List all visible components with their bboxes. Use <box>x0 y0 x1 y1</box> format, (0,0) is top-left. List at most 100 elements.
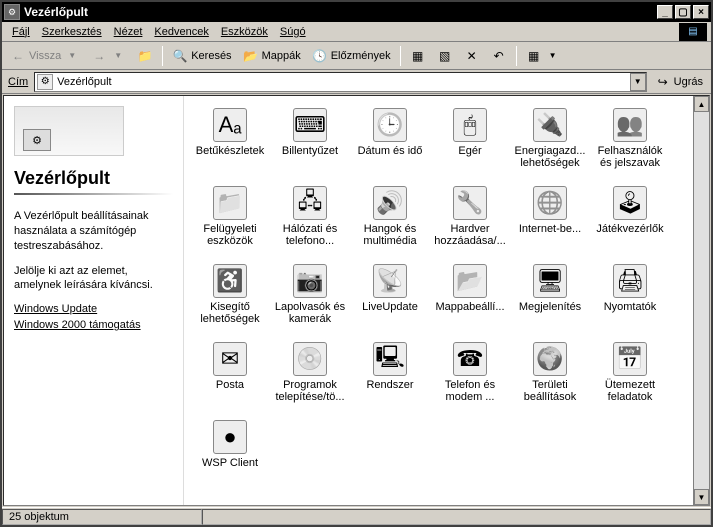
controlpanel-item-label: Felhasználók és jelszavak <box>592 145 668 169</box>
controlpanel-item-icon: ♿ <box>213 264 247 298</box>
controlpanel-item[interactable]: 👥Felhasználók és jelszavak <box>590 106 670 184</box>
scroll-down-button[interactable]: ▼ <box>694 489 709 505</box>
undo-icon: ↶ <box>491 48 507 64</box>
controlpanel-item-label: Hangok és multimédia <box>352 223 428 247</box>
menu-favorites[interactable]: Kedvencek <box>148 24 214 40</box>
controlpanel-item[interactable]: ⌨ Billentyűzet <box>270 106 350 184</box>
controlpanel-item[interactable]: AₐBetűkészletek <box>190 106 270 184</box>
forward-button[interactable]: → ▼ <box>87 45 130 67</box>
vertical-scrollbar[interactable]: ▲ ▼ <box>693 96 709 505</box>
controlpanel-item-label: Programok telepítése/tö... <box>272 379 348 403</box>
controlpanel-item[interactable]: 💿Programok telepítése/tö... <box>270 340 350 418</box>
move-to-button[interactable]: ▦ <box>406 45 430 67</box>
undo-button[interactable]: ↶ <box>487 45 511 67</box>
controlpanel-item[interactable]: 🖳 Rendszer <box>350 340 430 418</box>
controlpanel-item[interactable]: ● WSP Client <box>190 418 270 496</box>
controlpanel-item-icon: 🖧 <box>293 186 327 220</box>
menubar: Fájl Szerkesztés Nézet Kedvencek Eszközö… <box>2 22 711 42</box>
control-panel-graphic-icon: ⚙ <box>23 129 51 151</box>
address-value: Vezérlőpult <box>57 76 111 88</box>
controlpanel-item[interactable]: 🌍Területi beállítások <box>510 340 590 418</box>
controlpanel-item-icon: 📡 <box>373 264 407 298</box>
controlpanel-item[interactable]: 🖱Egér <box>430 106 510 184</box>
controlpanel-item[interactable]: 🔊 Hangok és multimédia <box>350 184 430 262</box>
controlpanel-item[interactable]: 🖧Hálózati és telefono... <box>270 184 350 262</box>
folder-up-icon: 📁 <box>137 48 153 64</box>
views-button[interactable]: ▦ ▼ <box>522 45 565 67</box>
link-windows-update[interactable]: Windows Update <box>14 303 173 315</box>
controlpanel-item-label: Mappabeállí... <box>435 301 504 313</box>
controlpanel-item[interactable]: 🔌Energiagazd... lehetőségek <box>510 106 590 184</box>
scroll-track[interactable] <box>694 112 709 489</box>
toolbar: ← Vissza ▼ → ▼ 📁 🔍 Keresés 📂 Mappák 🕓 El… <box>2 42 711 70</box>
go-button[interactable]: ↪ Ugrás <box>651 74 707 90</box>
controlpanel-item[interactable]: 📅Ütemezett feladatok <box>590 340 670 418</box>
history-button[interactable]: 🕓 Előzmények <box>308 45 395 67</box>
side-graphic: ⚙ <box>14 106 124 156</box>
controlpanel-item-label: LiveUpdate <box>362 301 418 313</box>
copy-to-icon: ▧ <box>437 48 453 64</box>
minimize-button[interactable]: _ <box>657 5 673 19</box>
controlpanel-item-label: Játékvezérlők <box>596 223 663 235</box>
controlpanel-item-label: Hardver hozzáadása/... <box>432 223 508 247</box>
controlpanel-item-icon: 🖳 <box>373 342 407 376</box>
controlpanel-item-icon: 🔧 <box>453 186 487 220</box>
controlpanel-item[interactable]: 🕒Dátum és idő <box>350 106 430 184</box>
controlpanel-item-label: Ütemezett feladatok <box>592 379 668 403</box>
controlpanel-item-label: WSP Client <box>202 457 258 469</box>
controlpanel-item[interactable]: 📡 LiveUpdate <box>350 262 430 340</box>
link-windows-2000-support[interactable]: Windows 2000 támogatás <box>14 319 173 331</box>
scroll-up-button[interactable]: ▲ <box>694 96 709 112</box>
up-button[interactable]: 📁 <box>133 45 157 67</box>
controlpanel-item[interactable]: 📂Mappabeállí... <box>430 262 510 340</box>
separator <box>400 46 401 66</box>
window-controls: _ ▢ × <box>657 5 709 19</box>
folders-label: Mappák <box>262 50 301 62</box>
controlpanel-item[interactable]: ♿Kisegítő lehetőségek <box>190 262 270 340</box>
forward-arrow-icon: → <box>91 48 107 64</box>
go-label: Ugrás <box>674 76 703 88</box>
controlpanel-item[interactable]: 📁Felügyeleti eszközök <box>190 184 270 262</box>
menu-file[interactable]: Fájl <box>6 24 36 40</box>
folders-button[interactable]: 📂 Mappák <box>239 45 305 67</box>
window-title: Vezérlőpult <box>24 5 657 19</box>
address-field[interactable]: ⚙ Vezérlőpult ▼ <box>34 72 646 92</box>
controlpanel-item-label: Billentyűzet <box>282 145 338 157</box>
copy-to-button[interactable]: ▧ <box>433 45 457 67</box>
controlpanel-item-label: Rendszer <box>366 379 413 391</box>
search-icon: 🔍 <box>172 48 188 64</box>
address-label: Cím <box>6 76 30 88</box>
delete-button[interactable]: ✕ <box>460 45 484 67</box>
controlpanel-item-label: Nyomtatók <box>604 301 657 313</box>
menu-tools[interactable]: Eszközök <box>215 24 274 40</box>
controlpanel-item[interactable]: 🖨Nyomtatók <box>590 262 670 340</box>
back-button[interactable]: ← Vissza ▼ <box>6 45 84 67</box>
controlpanel-item-icon: ⌨ <box>293 108 327 142</box>
back-arrow-icon: ← <box>10 48 26 64</box>
controlpanel-item[interactable]: 📷Lapolvasók és kamerák <box>270 262 350 340</box>
menu-view[interactable]: Nézet <box>108 24 149 40</box>
controlpanel-item-label: Lapolvasók és kamerák <box>272 301 348 325</box>
controlpanel-item-icon: 🌐 <box>533 186 567 220</box>
side-pane: ⚙ Vezérlőpult A Vezérlőpult beállításain… <box>4 96 184 505</box>
controlpanel-item[interactable]: 🕹Játékvezérlők <box>590 184 670 262</box>
controlpanel-item-label: Dátum és idő <box>358 145 423 157</box>
control-panel-icon: ⚙ <box>37 74 53 90</box>
controlpanel-item-icon: 🔊 <box>373 186 407 220</box>
search-button[interactable]: 🔍 Keresés <box>168 45 235 67</box>
side-description-1: A Vezérlőpult beállításainak használata … <box>14 209 173 254</box>
maximize-button[interactable]: ▢ <box>675 5 691 19</box>
history-label: Előzmények <box>331 50 391 62</box>
controlpanel-item-icon: ● <box>213 420 247 454</box>
menu-help[interactable]: Súgó <box>274 24 312 40</box>
controlpanel-item[interactable]: 🔧 Hardver hozzáadása/... <box>430 184 510 262</box>
controlpanel-item-label: Posta <box>216 379 244 391</box>
controlpanel-item[interactable]: ✉Posta <box>190 340 270 418</box>
controlpanel-item[interactable]: 🌐Internet-be... <box>510 184 590 262</box>
controlpanel-item[interactable]: 🖥Megjelenítés <box>510 262 590 340</box>
controlpanel-item[interactable]: ☎Telefon és modem ... <box>430 340 510 418</box>
side-description-2: Jelölje ki azt az elemet, amelynek leírá… <box>14 264 173 294</box>
close-button[interactable]: × <box>693 5 709 19</box>
menu-edit[interactable]: Szerkesztés <box>36 24 108 40</box>
address-dropdown-button[interactable]: ▼ <box>630 73 646 91</box>
